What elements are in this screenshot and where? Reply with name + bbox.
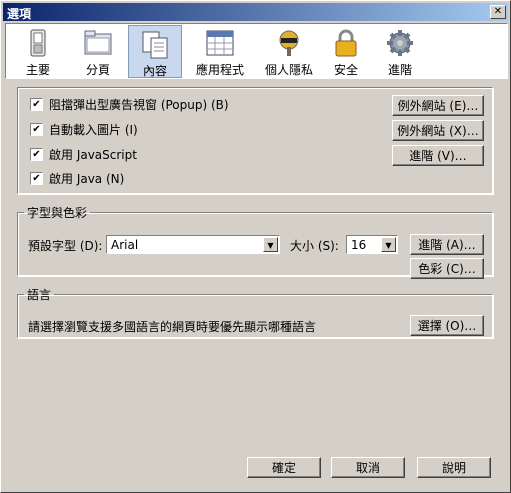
content-group: ✔ 阻擋彈出型廣告視窗 (Popup) (B) ✔ 自動載入圖片 (I) ✔ 啟… — [17, 87, 493, 194]
tab-label: 安全 — [333, 63, 358, 77]
languages-description: 請選擇瀏覽支援多國語言的網頁時要優先顯示哪種語言 — [28, 320, 317, 334]
javascript-checkbox-row[interactable]: ✔ 啟用 JavaScript — [30, 145, 137, 163]
popup-label: 阻擋彈出型廣告視窗 (Popup) (B) — [49, 97, 229, 112]
tab-label: 進階 — [387, 63, 412, 77]
gear-icon — [387, 30, 413, 56]
fonts-advanced-button[interactable]: 進階 (A)… — [410, 234, 484, 255]
calendar-grid-icon — [206, 30, 234, 56]
close-button[interactable]: ✕ — [490, 5, 506, 19]
mask-icon — [279, 30, 299, 56]
window-title: 選項 — [7, 7, 32, 21]
colors-button[interactable]: 色彩 (C)… — [410, 258, 484, 279]
help-button[interactable]: 說明 — [417, 457, 491, 478]
java-checkbox[interactable]: ✔ — [30, 171, 43, 185]
images-label: 自動載入圖片 (I) — [49, 122, 138, 137]
tab-label: 分頁 — [85, 63, 110, 77]
images-checkbox-row[interactable]: ✔ 自動載入圖片 (I) — [30, 120, 138, 138]
popup-checkbox[interactable]: ✔ — [30, 97, 43, 111]
switch-icon — [30, 29, 46, 57]
tab-main[interactable]: 主要 — [14, 25, 62, 77]
ok-button[interactable]: 確定 — [247, 457, 321, 478]
tab-label: 內容 — [142, 64, 167, 78]
tab-advanced[interactable]: 進階 — [378, 25, 422, 77]
tab-label: 主要 — [25, 63, 50, 77]
java-checkbox-row[interactable]: ✔ 啟用 Java (N) — [30, 169, 124, 187]
tab-label: 個人隱私 — [264, 63, 313, 77]
javascript-advanced-button[interactable]: 進階 (V)… — [392, 145, 484, 166]
font-size-label: 大小 (S): — [290, 239, 339, 253]
cancel-button[interactable]: 取消 — [331, 457, 405, 478]
javascript-checkbox[interactable]: ✔ — [30, 147, 43, 161]
image-exceptions-button[interactable]: 例外網站 (X)… — [392, 120, 484, 141]
default-font-label: 預設字型 (D): — [28, 239, 103, 253]
tab-privacy[interactable]: 個人隱私 — [256, 25, 322, 77]
font-size-value: 16 — [351, 238, 367, 252]
languages-legend: 語言 — [27, 288, 52, 302]
category-toolbar: 主要 分頁 內容 應用程式 個人隱私 安全 進階 — [5, 23, 508, 79]
font-size-select[interactable]: 16 ▼ — [346, 235, 398, 254]
java-label: 啟用 Java (N) — [49, 171, 125, 186]
tab-label: 應用程式 — [195, 63, 244, 77]
choose-language-button[interactable]: 選擇 (O)… — [410, 315, 484, 336]
folder-tabs-icon — [84, 30, 112, 55]
images-checkbox[interactable]: ✔ — [30, 122, 43, 136]
chevron-down-icon[interactable]: ▼ — [263, 237, 278, 252]
tab-security[interactable]: 安全 — [324, 25, 368, 77]
tab-tabs[interactable]: 分頁 — [70, 25, 126, 77]
popup-exceptions-button[interactable]: 例外網站 (E)… — [392, 95, 484, 116]
fonts-colors-legend: 字型與色彩 — [27, 206, 88, 220]
options-dialog: 選項 ✕ 主要 分頁 內容 應用程式 個人隱私 安全 進階 ✔ 阻擋彈出型廣告視… — [0, 0, 511, 493]
fonts-colors-group: 字型與色彩 預設字型 (D): Arial ▼ 大小 (S): 16 ▼ 進階 … — [17, 204, 493, 279]
tab-content[interactable]: 內容 — [128, 25, 182, 78]
lock-icon — [335, 29, 357, 57]
languages-group: 語言 請選擇瀏覽支援多國語言的網頁時要優先顯示哪種語言 選擇 (O)… — [17, 286, 493, 338]
popup-checkbox-row[interactable]: ✔ 阻擋彈出型廣告視窗 (Popup) (B) — [30, 95, 229, 113]
chevron-down-icon[interactable]: ▼ — [381, 237, 396, 252]
title-bar[interactable]: 選項 ✕ — [3, 3, 508, 21]
content-page-icon — [142, 31, 168, 59]
default-font-value: Arial — [111, 238, 139, 252]
tab-applications[interactable]: 應用程式 — [186, 25, 254, 77]
default-font-select[interactable]: Arial ▼ — [106, 235, 280, 254]
javascript-label: 啟用 JavaScript — [49, 147, 137, 162]
